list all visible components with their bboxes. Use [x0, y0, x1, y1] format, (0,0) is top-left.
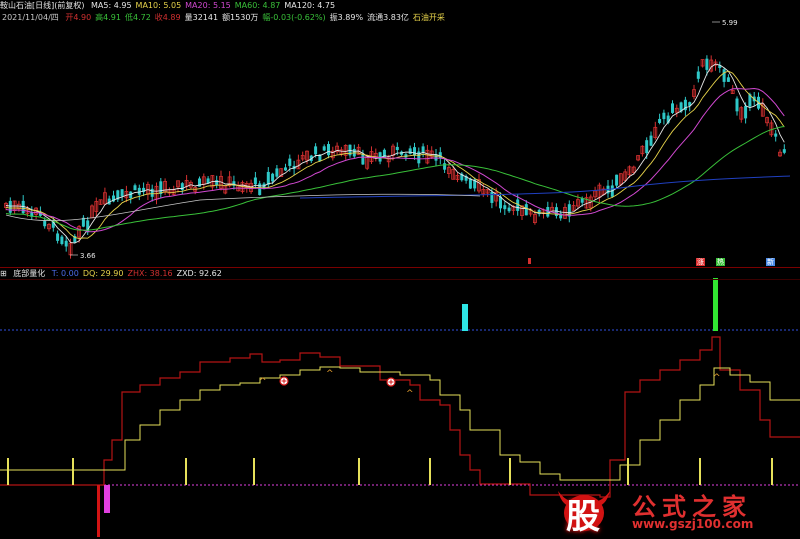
candle-body — [503, 205, 507, 210]
peak-arrow-marker-0: ^ — [259, 377, 267, 387]
long-ma-line — [5, 193, 481, 222]
candle-body — [735, 98, 739, 112]
candle-body — [567, 204, 571, 217]
candle-body — [64, 240, 68, 247]
candle-body — [744, 105, 748, 119]
dq-step-line — [0, 366, 800, 481]
chart-window: 鞍山石油[日线](前复权) MA5: 4.95 MA10: 5.05 MA20: 5… — [0, 0, 800, 539]
watermark-logo-glyph: 股 — [566, 497, 600, 537]
candle-body — [413, 147, 416, 156]
candle-body — [421, 146, 425, 153]
candle-body — [649, 135, 653, 146]
candle-body — [266, 171, 270, 185]
cyan-signal-bar — [462, 304, 468, 331]
candle-body — [314, 146, 318, 155]
green-signal-bar — [713, 278, 718, 331]
bottom-signal-bar — [97, 485, 100, 537]
candle-body — [507, 207, 511, 212]
peak-arrow-marker-3: ^ — [713, 373, 721, 383]
candle-body — [288, 158, 292, 166]
peak-arrow-marker-1: ^ — [326, 369, 334, 379]
candle-body — [382, 149, 386, 159]
candle-body — [671, 103, 674, 113]
indicator-name: 底部量化 — [13, 269, 46, 278]
candle-body — [645, 140, 649, 154]
candle-body — [120, 189, 124, 197]
candle-body — [322, 146, 326, 151]
site-watermark: 股 公式之家 www.gszj100.com — [554, 485, 794, 537]
candle-body — [215, 180, 219, 186]
candle-body — [253, 177, 257, 185]
candle-body — [782, 149, 786, 153]
candle-body — [56, 233, 60, 241]
candle-body — [774, 133, 778, 137]
candle-body — [180, 183, 184, 191]
candle-body — [271, 173, 275, 182]
candle-body — [726, 77, 730, 82]
candle-body — [275, 168, 279, 177]
candle-body — [284, 167, 287, 171]
candle-body — [658, 118, 662, 123]
ma20-line — [5, 87, 785, 233]
candle-body — [696, 71, 700, 79]
event-marker — [528, 258, 531, 264]
indicator-value-1: DQ: 29.90 — [82, 269, 124, 278]
event-tag-0[interactable]: 涨 — [696, 258, 705, 266]
candle-body — [434, 154, 438, 161]
candle-body — [327, 144, 330, 156]
watermark-url: www.gszj100.com — [632, 517, 754, 531]
peak-arrow-marker-2: ^ — [406, 389, 414, 399]
price-high-label: 5.99 — [722, 19, 738, 27]
candle-body — [133, 185, 137, 191]
candle-body — [361, 154, 365, 165]
candle-body — [150, 188, 154, 197]
indicator-header: ⊞ 底部量化 T: 0.00 DQ: 29.90 ZHX: 38.16 ZXD: 92… — [0, 269, 222, 278]
candle-body — [43, 220, 47, 227]
candle-body — [468, 178, 472, 189]
candle-body — [443, 163, 447, 170]
indicator-value-0: T: 0.00 — [51, 269, 79, 278]
indicator-value-3: ZXD: 92.62 — [176, 269, 222, 278]
watermark-logo: 股 — [554, 485, 614, 537]
candle-body — [546, 206, 550, 217]
candle-body — [408, 148, 412, 154]
candle-body — [490, 192, 494, 203]
candle-body — [395, 146, 399, 151]
candle-body — [258, 183, 262, 196]
indicator-value-2: ZHX: 38.16 — [127, 269, 173, 278]
candle-body — [615, 174, 619, 186]
event-tag-2[interactable]: 新 — [766, 258, 775, 266]
ma5-line — [5, 63, 785, 244]
price-low-label: 3.66 — [80, 252, 96, 260]
candle-body — [662, 112, 666, 120]
ma60-line — [5, 125, 785, 231]
candle-body — [8, 200, 12, 213]
candle-body — [524, 204, 528, 216]
candle-body — [137, 187, 141, 195]
candle-body — [705, 58, 709, 70]
candle-body — [722, 69, 726, 82]
candle-body — [60, 236, 64, 244]
event-tag-1[interactable]: 热 — [716, 258, 725, 266]
bottom-pink-bar — [104, 485, 110, 513]
